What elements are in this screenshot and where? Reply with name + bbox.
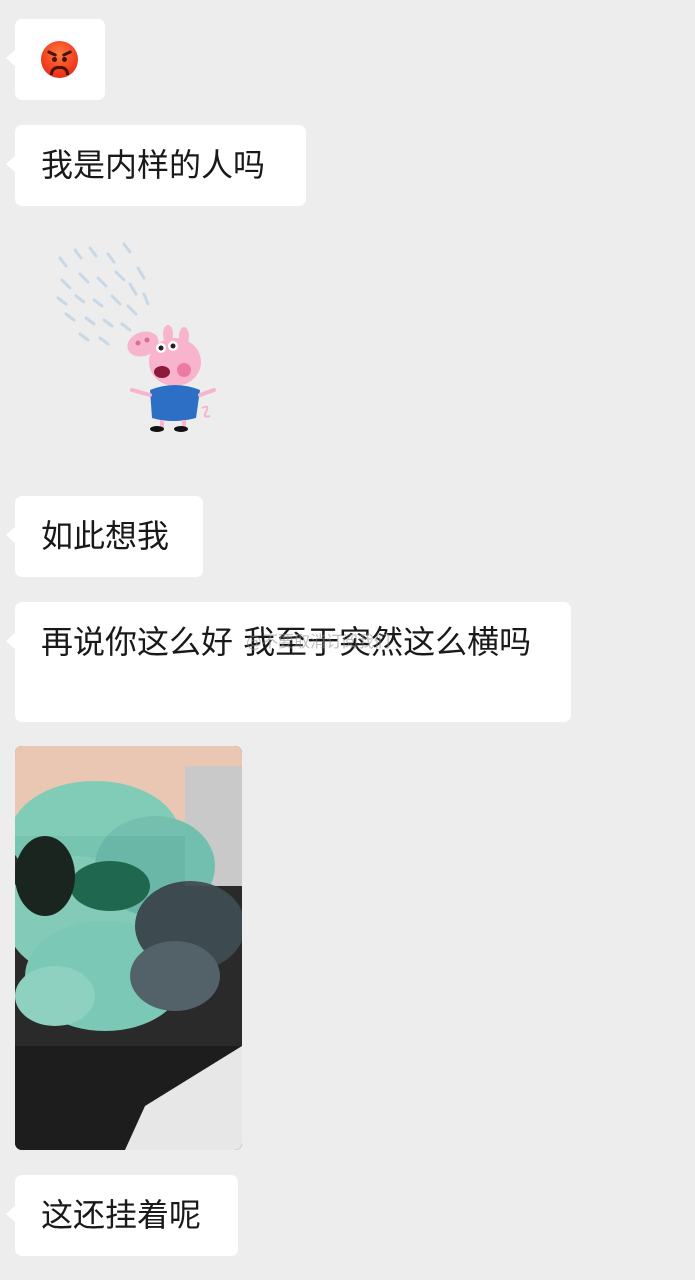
message-text: 这还挂着呢 [41,1196,202,1234]
message-text: 我是内样的人吗 [41,146,266,184]
crying-pig-sticker-icon[interactable] [50,240,220,440]
message-bubble-emoji[interactable] [6,19,105,100]
message-bubble-text[interactable]: 再说你这么好 我至于突然这么横吗 [6,602,571,722]
watermark: @不要取消订阅我们 [246,632,391,651]
angry-face-icon [41,41,78,78]
message-bubble-text[interactable]: 这还挂着呢 [6,1175,238,1256]
message-bubble-text[interactable]: 如此想我 [6,496,203,577]
scribbled-photo-icon[interactable] [15,746,242,1150]
chat-view: 我是内样的人吗 如此想我 再说你这么好 我至于突然这么横吗 @不要取消订阅我们 … [0,0,695,1280]
message-bubble-text[interactable]: 我是内样的人吗 [6,125,306,206]
message-text: 如此想我 [41,517,170,555]
